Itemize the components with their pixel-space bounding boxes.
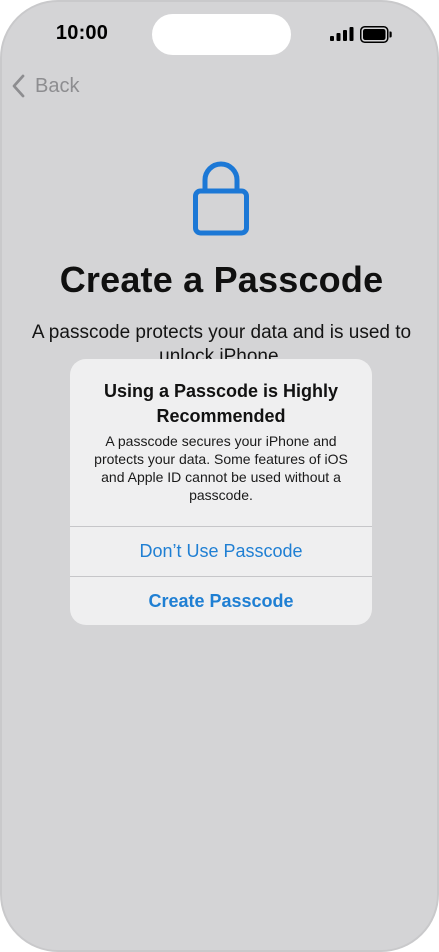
cellular-signal-icon — [330, 27, 354, 41]
alert-message: A passcode secures your iPhone and prote… — [94, 433, 348, 503]
status-time: 10:00 — [55, 22, 109, 44]
page-title: Create a Passcode — [59, 259, 384, 300]
alert-dialog: Using a Passcode is Highly Recommended A… — [70, 359, 372, 625]
dont-use-passcode-button[interactable]: Don’t Use Passcode — [70, 527, 372, 576]
create-passcode-button[interactable]: Create Passcode — [70, 577, 372, 625]
lock-icon — [193, 161, 249, 236]
back-button[interactable]: Back — [10, 72, 79, 100]
phone-screen: 10:00 Back Create a Passcode A passcode … — [0, 0, 439, 952]
alert-title: Using a Passcode is Highly Recommended — [103, 381, 339, 426]
page-description: A passcode protects your data and is use… — [31, 322, 412, 364]
chevron-left-icon — [12, 74, 25, 98]
battery-icon — [360, 26, 392, 43]
back-button-label: Back — [35, 74, 80, 97]
dynamic-island — [152, 14, 291, 55]
